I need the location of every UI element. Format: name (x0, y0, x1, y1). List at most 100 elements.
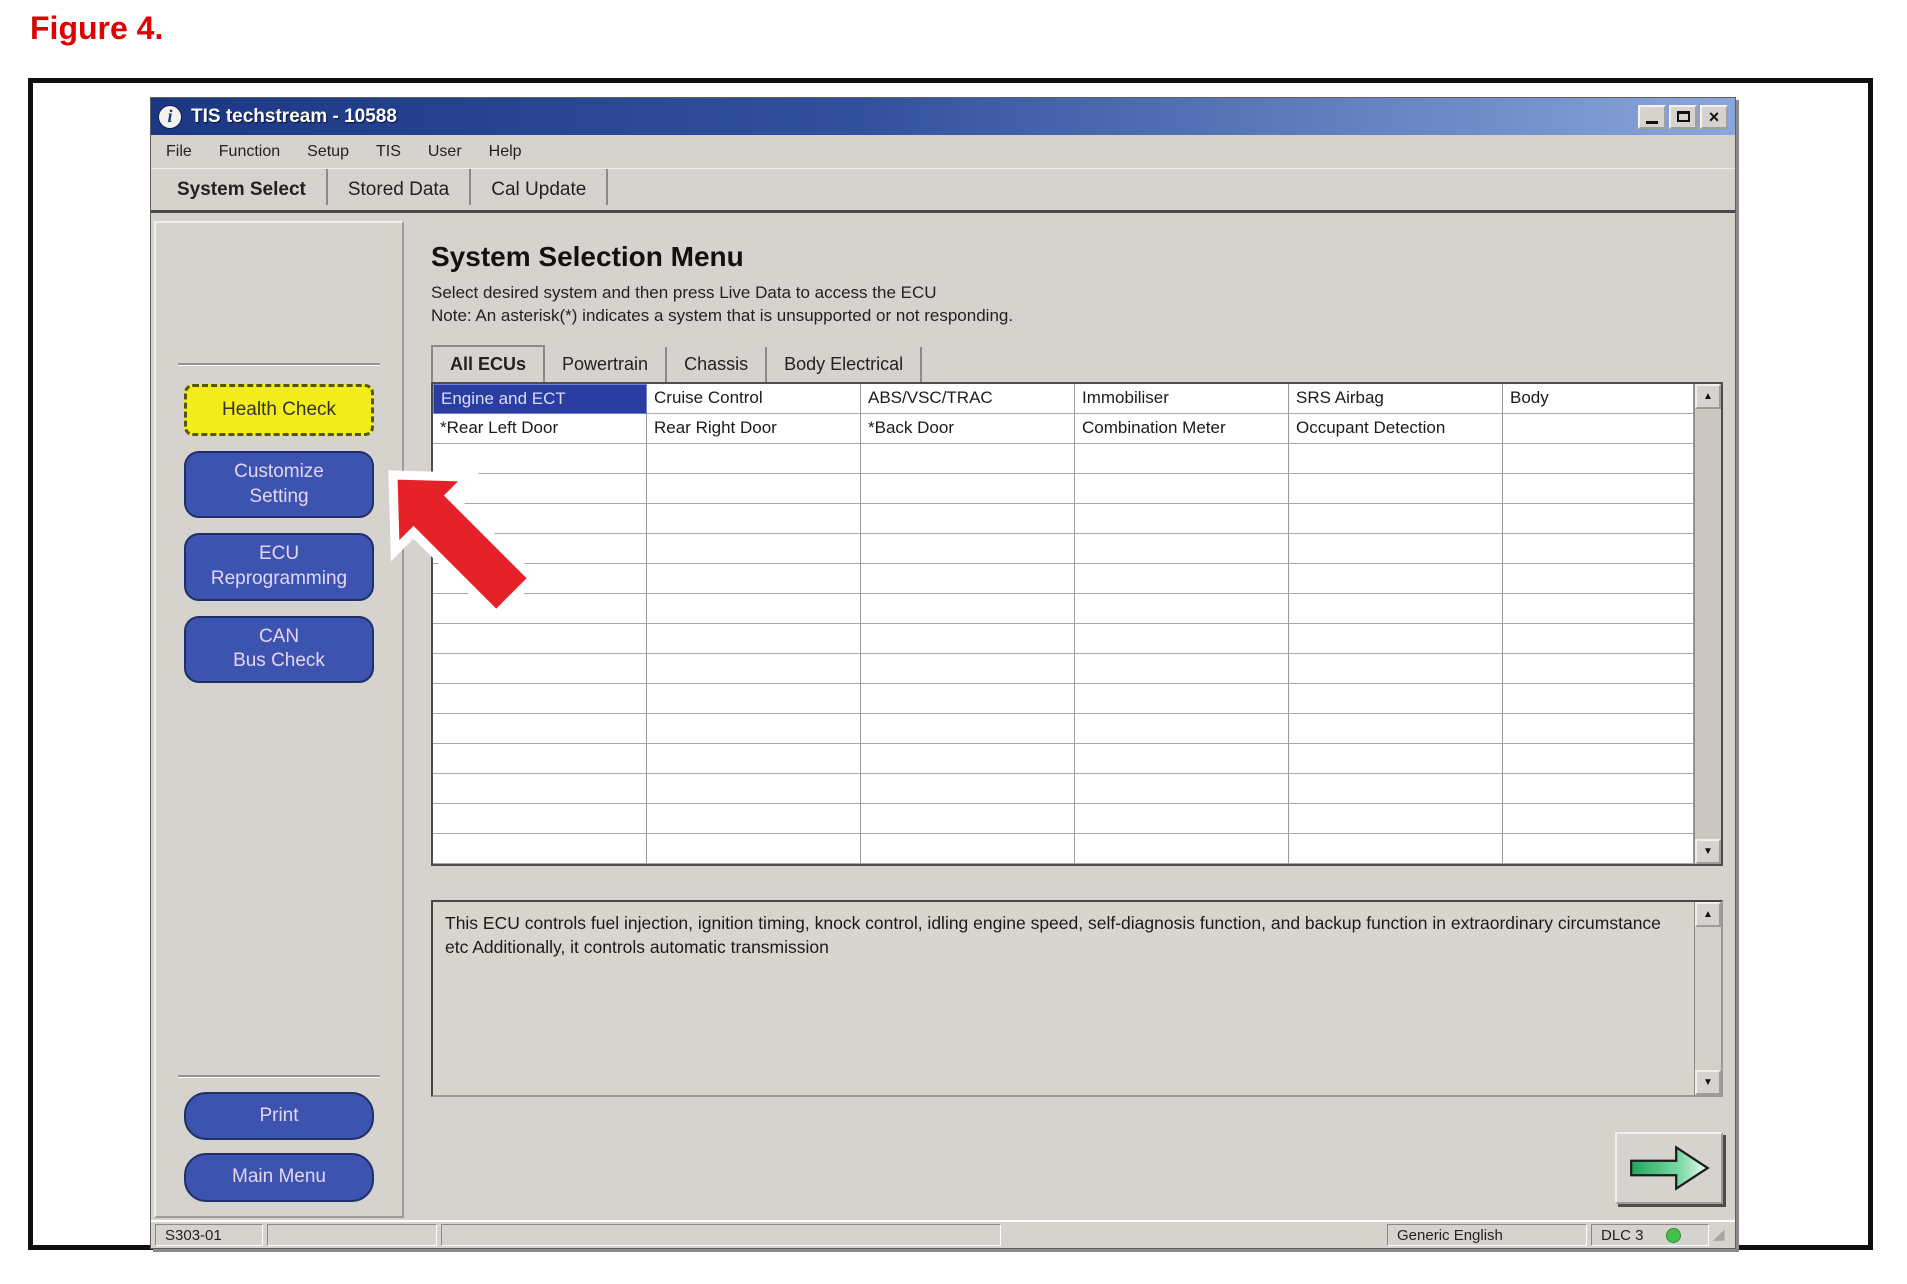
table-cell-empty[interactable] (1503, 743, 1694, 774)
table-cell-empty[interactable] (647, 443, 861, 474)
table-cell-empty[interactable] (861, 773, 1075, 804)
table-cell-empty[interactable] (861, 743, 1075, 774)
table-cell-empty[interactable] (433, 713, 647, 744)
table-cell-empty[interactable] (1289, 713, 1503, 744)
table-cell-empty[interactable] (1075, 683, 1289, 714)
table-cell-empty[interactable] (1503, 443, 1694, 474)
table-cell-empty[interactable] (1289, 593, 1503, 624)
table-cell-empty[interactable] (1503, 683, 1694, 714)
table-cell-empty[interactable] (1503, 413, 1694, 444)
customize-setting-button[interactable]: Customize Setting (184, 451, 374, 519)
tab-system-select[interactable]: System Select (157, 169, 328, 205)
table-cell-empty[interactable] (647, 503, 861, 534)
table-cell-empty[interactable] (433, 773, 647, 804)
table-cell-empty[interactable] (1075, 713, 1289, 744)
table-cell-cruise-control[interactable]: Cruise Control (647, 383, 861, 414)
table-cell-empty[interactable] (433, 563, 647, 594)
table-cell-srs-airbag[interactable]: SRS Airbag (1289, 383, 1503, 414)
tab-cal-update[interactable]: Cal Update (471, 169, 609, 205)
ecu-tab-chassis[interactable]: Chassis (667, 346, 768, 382)
table-cell-occupant-detection[interactable]: Occupant Detection (1289, 413, 1503, 444)
table-cell-empty[interactable] (647, 713, 861, 744)
menu-item-tis[interactable]: TIS (376, 143, 401, 161)
table-cell-empty[interactable] (647, 833, 861, 864)
table-cell-empty[interactable] (861, 503, 1075, 534)
table-cell-empty[interactable] (1503, 773, 1694, 804)
menu-item-function[interactable]: Function (219, 143, 280, 161)
table-cell-empty[interactable] (1075, 443, 1289, 474)
table-cell-empty[interactable] (1503, 623, 1694, 654)
table-cell-empty[interactable] (861, 833, 1075, 864)
table-cell-empty[interactable] (861, 713, 1075, 744)
table-cell-empty[interactable] (1289, 533, 1503, 564)
scroll-down-icon[interactable]: ▼ (1695, 1069, 1721, 1095)
table-cell-empty[interactable] (1503, 503, 1694, 534)
table-cell-empty[interactable] (433, 653, 647, 684)
table-cell-empty[interactable] (1075, 773, 1289, 804)
table-cell-empty[interactable] (647, 533, 861, 564)
table-cell-empty[interactable] (861, 803, 1075, 834)
table-cell-empty[interactable] (1075, 833, 1289, 864)
table-cell-back-door[interactable]: *Back Door (861, 413, 1075, 444)
table-cell-empty[interactable] (433, 833, 647, 864)
table-cell-empty[interactable] (861, 653, 1075, 684)
maximize-button[interactable] (1669, 104, 1697, 129)
table-cell-empty[interactable] (433, 743, 647, 774)
table-cell-empty[interactable] (433, 473, 647, 504)
table-cell-empty[interactable] (1289, 443, 1503, 474)
table-cell-empty[interactable] (647, 623, 861, 654)
table-cell-empty[interactable] (861, 683, 1075, 714)
table-cell-empty[interactable] (1075, 533, 1289, 564)
ecu-tab-all-ecus[interactable]: All ECUs (431, 344, 546, 382)
table-cell-empty[interactable] (1289, 683, 1503, 714)
menu-item-file[interactable]: File (166, 143, 192, 161)
menu-item-help[interactable]: Help (489, 143, 522, 161)
table-cell-empty[interactable] (433, 623, 647, 654)
table-cell-empty[interactable] (1289, 503, 1503, 534)
ecu-tab-body-electrical[interactable]: Body Electrical (767, 346, 923, 382)
table-cell-empty[interactable] (1503, 593, 1694, 624)
table-cell-empty[interactable] (1075, 623, 1289, 654)
table-cell-empty[interactable] (861, 473, 1075, 504)
close-button[interactable]: × (1700, 104, 1728, 129)
table-cell-empty[interactable] (1289, 473, 1503, 504)
table-cell-empty[interactable] (1503, 563, 1694, 594)
scroll-up-icon[interactable]: ▲ (1695, 901, 1721, 927)
table-cell-empty[interactable] (861, 623, 1075, 654)
table-cell-empty[interactable] (1289, 563, 1503, 594)
minimize-button[interactable] (1638, 104, 1666, 129)
table-cell-empty[interactable] (647, 563, 861, 594)
table-cell-empty[interactable] (1075, 503, 1289, 534)
main-menu-button[interactable]: Main Menu (184, 1153, 374, 1202)
next-button[interactable] (1615, 1132, 1723, 1204)
tab-stored-data[interactable]: Stored Data (328, 169, 472, 205)
table-cell-empty[interactable] (647, 653, 861, 684)
table-cell-empty[interactable] (647, 683, 861, 714)
table-cell-empty[interactable] (1503, 533, 1694, 564)
table-cell-empty[interactable] (433, 503, 647, 534)
table-cell-empty[interactable] (433, 593, 647, 624)
table-cell-empty[interactable] (647, 743, 861, 774)
table-cell-empty[interactable] (1289, 833, 1503, 864)
table-cell-empty[interactable] (647, 803, 861, 834)
table-cell-empty[interactable] (433, 533, 647, 564)
can-bus-check-button[interactable]: CAN Bus Check (184, 615, 374, 684)
table-cell-empty[interactable] (861, 563, 1075, 594)
table-cell-empty[interactable] (1075, 653, 1289, 684)
table-cell-empty[interactable] (1503, 653, 1694, 684)
table-cell-empty[interactable] (647, 593, 861, 624)
ecu-tab-powertrain[interactable]: Powertrain (545, 346, 668, 382)
scroll-up-icon[interactable]: ▲ (1695, 383, 1721, 409)
menu-item-setup[interactable]: Setup (307, 143, 349, 161)
table-cell-empty[interactable] (1075, 473, 1289, 504)
table-cell-rear-right-door[interactable]: Rear Right Door (647, 413, 861, 444)
table-cell-rear-left-door[interactable]: *Rear Left Door (433, 413, 647, 444)
table-scrollbar[interactable]: ▲ ▼ (1694, 383, 1721, 864)
description-scrollbar[interactable]: ▲ ▼ (1694, 901, 1721, 1095)
table-cell-empty[interactable] (1075, 593, 1289, 624)
table-cell-empty[interactable] (1289, 623, 1503, 654)
table-cell-empty[interactable] (1503, 803, 1694, 834)
table-cell-empty[interactable] (1289, 743, 1503, 774)
table-cell-empty[interactable] (861, 593, 1075, 624)
table-cell-combination-meter[interactable]: Combination Meter (1075, 413, 1289, 444)
